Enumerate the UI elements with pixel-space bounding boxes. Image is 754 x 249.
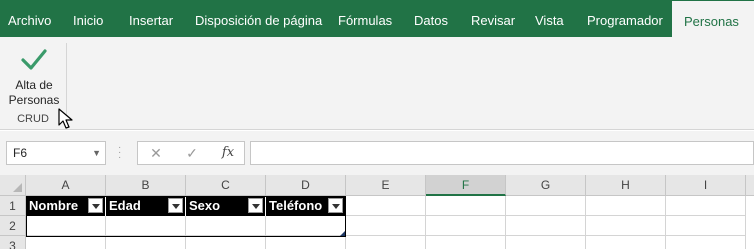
tab-vista[interactable]: Vista bbox=[535, 0, 564, 37]
cell[interactable] bbox=[586, 196, 666, 216]
cell[interactable] bbox=[346, 196, 426, 216]
cell[interactable] bbox=[506, 236, 586, 249]
button-label-line2: Personas bbox=[8, 93, 60, 107]
button-label-line1: Alta de bbox=[15, 78, 53, 92]
column-header-c[interactable]: C bbox=[186, 175, 266, 196]
formula-buttons: ✕ ✓ fx bbox=[137, 141, 245, 165]
cell[interactable] bbox=[506, 216, 586, 236]
cell[interactable] bbox=[106, 236, 186, 249]
cell[interactable] bbox=[666, 196, 746, 216]
cell[interactable] bbox=[666, 216, 746, 236]
column-header-e[interactable]: E bbox=[346, 175, 426, 196]
alta-de-personas-button[interactable]: Alta de Personas bbox=[4, 43, 64, 113]
select-all-button[interactable] bbox=[0, 175, 26, 196]
cell[interactable] bbox=[26, 236, 106, 249]
cell[interactable] bbox=[506, 196, 586, 216]
row-header-2[interactable]: 2 bbox=[0, 216, 26, 236]
tab-revisar[interactable]: Revisar bbox=[471, 0, 515, 37]
worksheet-grid: A B C D E F G H I 1 2 3 Nombre Edad Sexo… bbox=[0, 175, 754, 249]
column-header-i[interactable]: I bbox=[666, 175, 746, 196]
column-header-f[interactable]: F bbox=[426, 175, 506, 196]
cell[interactable] bbox=[666, 236, 746, 249]
mouse-cursor-icon bbox=[58, 108, 73, 129]
tab-programador[interactable]: Programador bbox=[587, 0, 663, 37]
cell[interactable] bbox=[426, 236, 506, 249]
enter-icon[interactable]: ✓ bbox=[180, 142, 204, 164]
name-box-value: F6 bbox=[13, 146, 28, 160]
column-header-d[interactable]: D bbox=[266, 175, 346, 196]
formula-input[interactable] bbox=[250, 141, 754, 165]
column-header-a[interactable]: A bbox=[26, 175, 106, 196]
table-resize-handle[interactable] bbox=[340, 231, 345, 236]
cell[interactable] bbox=[266, 236, 346, 249]
ribbon-tab-bar: Archivo Inicio Insertar Disposición de p… bbox=[0, 0, 754, 37]
drag-handle-icon[interactable]: · · · bbox=[118, 143, 122, 163]
column-header-b[interactable]: B bbox=[106, 175, 186, 196]
cell[interactable] bbox=[346, 216, 426, 236]
tab-insertar[interactable]: Insertar bbox=[129, 0, 173, 37]
cell[interactable] bbox=[426, 196, 506, 216]
formula-bar-row: F6 ▼ · · · ✕ ✓ fx bbox=[0, 131, 754, 175]
cancel-icon[interactable]: ✕ bbox=[144, 142, 168, 164]
select-all-triangle-icon bbox=[13, 183, 22, 192]
row-header-1[interactable]: 1 bbox=[0, 196, 26, 216]
column-header-h[interactable]: H bbox=[586, 175, 666, 196]
name-box[interactable]: F6 ▼ bbox=[6, 141, 106, 165]
tab-formulas[interactable]: Fórmulas bbox=[338, 0, 392, 37]
ribbon-group-label: CRUD bbox=[17, 113, 49, 125]
chevron-down-icon[interactable]: ▼ bbox=[92, 142, 101, 164]
column-header-g[interactable]: G bbox=[506, 175, 586, 196]
tab-disposicion-de-pagina[interactable]: Disposición de página bbox=[195, 0, 322, 37]
cell[interactable] bbox=[586, 216, 666, 236]
tab-datos[interactable]: Datos bbox=[414, 0, 448, 37]
checkmark-icon bbox=[21, 49, 47, 70]
cell[interactable] bbox=[586, 236, 666, 249]
insert-function-icon[interactable]: fx bbox=[216, 142, 240, 164]
row-header-3[interactable]: 3 bbox=[0, 236, 26, 249]
cell[interactable] bbox=[186, 236, 266, 249]
tab-personas[interactable]: Personas bbox=[672, 0, 754, 37]
table-outline bbox=[26, 196, 346, 237]
column-header-overflow[interactable] bbox=[746, 175, 754, 196]
tab-inicio[interactable]: Inicio bbox=[73, 0, 103, 37]
tab-archivo[interactable]: Archivo bbox=[8, 0, 51, 37]
cell[interactable] bbox=[426, 216, 506, 236]
ribbon-panel: Alta de Personas CRUD bbox=[0, 37, 754, 130]
cell[interactable] bbox=[346, 236, 426, 249]
